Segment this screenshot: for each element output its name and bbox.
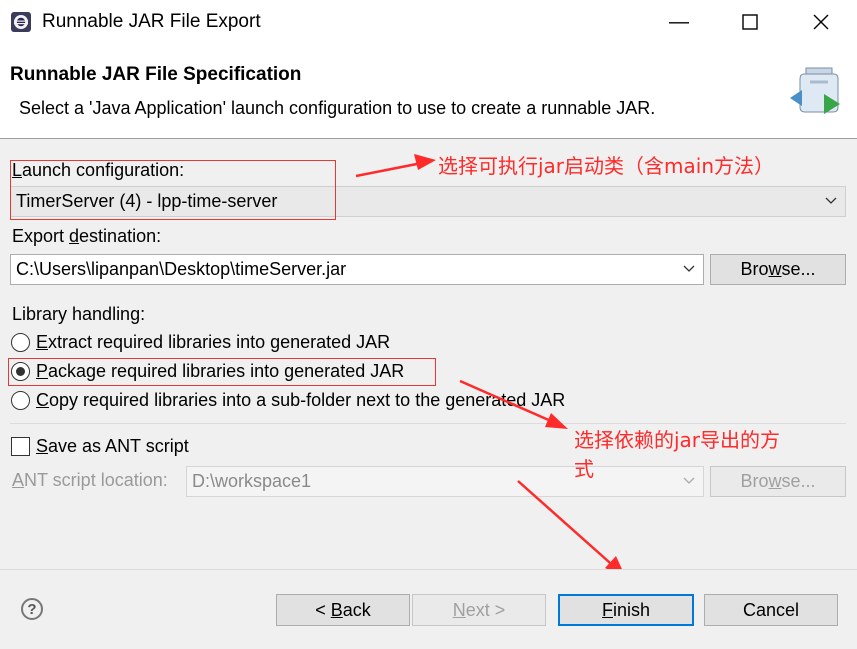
maximize-icon xyxy=(742,14,758,30)
annotation-note-library-line2: 式 xyxy=(574,457,594,481)
chevron-down-icon xyxy=(683,265,695,272)
next-button[interactable]: Next > xyxy=(412,594,546,626)
wizard-header: Runnable JAR File Specification Select a… xyxy=(0,44,857,138)
close-icon xyxy=(813,14,829,30)
annotation-box-launch xyxy=(10,160,336,220)
jar-export-banner-icon xyxy=(790,67,840,114)
finish-button[interactable]: Finish xyxy=(558,594,694,626)
maximize-button[interactable] xyxy=(736,8,764,36)
cancel-button[interactable]: Cancel xyxy=(704,594,838,626)
eclipse-app-icon xyxy=(11,12,31,32)
back-button[interactable]: < Back xyxy=(276,594,410,626)
chevron-down-icon xyxy=(683,477,695,484)
chevron-down-icon xyxy=(825,197,837,204)
minimize-button[interactable]: — xyxy=(665,8,693,36)
annotation-note-library-line1: 选择依赖的jar导出的方 xyxy=(574,428,781,452)
title-bar: Runnable JAR File Export — xyxy=(0,0,857,44)
export-destination-label: Export destination: xyxy=(12,226,162,246)
ant-script-location-label: ANT script location: xyxy=(12,470,168,490)
ant-browse-button[interactable]: Bro w se... xyxy=(710,466,846,497)
close-button[interactable] xyxy=(807,8,835,36)
annotation-box-package xyxy=(8,358,436,386)
library-handling-label: Library handling: xyxy=(12,304,146,324)
ant-script-location-value: D:\workspace1 xyxy=(192,471,312,491)
ant-script-location-combo[interactable]: D:\workspace1 xyxy=(186,466,704,497)
annotation-note-launch: 选择可执行jar启动类（含main方法） xyxy=(438,154,775,178)
page-title: Runnable JAR File Specification xyxy=(10,64,302,85)
export-destination-value: C:\Users\lipanpan\Desktop\timeServer.jar xyxy=(16,259,347,279)
radio-extract-libraries[interactable] xyxy=(11,333,30,352)
help-icon[interactable]: ? xyxy=(21,598,43,620)
export-browse-button[interactable]: Bro w se... xyxy=(710,254,846,285)
save-ant-script-checkbox[interactable] xyxy=(11,437,30,456)
save-ant-script-label[interactable]: Save as ANT script xyxy=(36,436,189,457)
radio-extract-libraries-label[interactable]: Extract required libraries into generate… xyxy=(36,332,390,353)
export-destination-combo[interactable]: C:\Users\lipanpan\Desktop\timeServer.jar xyxy=(10,254,704,285)
window-title: Runnable JAR File Export xyxy=(42,11,261,32)
radio-copy-libraries-label[interactable]: Copy required libraries into a sub-folde… xyxy=(36,390,565,411)
page-description: Select a 'Java Application' launch confi… xyxy=(19,98,656,118)
radio-copy-libraries[interactable] xyxy=(11,391,30,410)
